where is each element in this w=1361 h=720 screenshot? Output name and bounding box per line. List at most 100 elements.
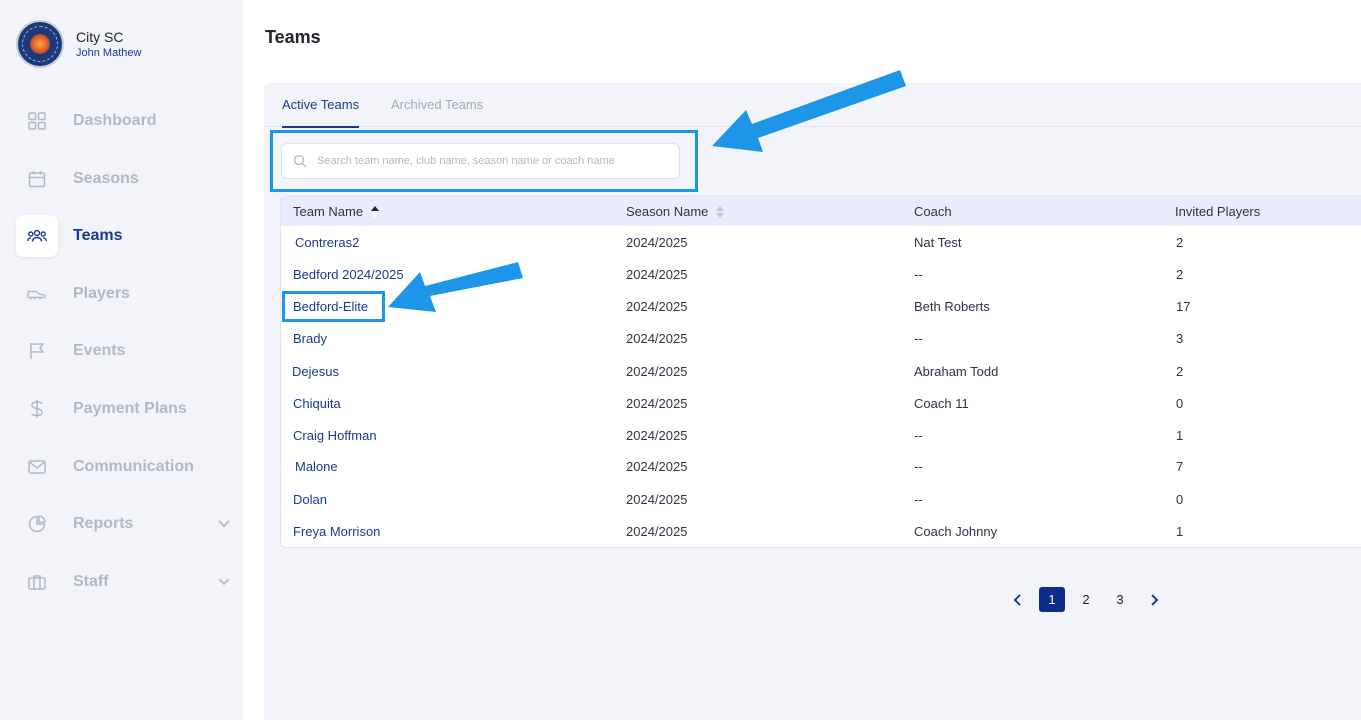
team-name-link[interactable]: Malone [295,459,338,474]
sidebar-item-label: Communication [73,457,194,475]
invited-players-cell: 0 [1176,492,1184,507]
coach-cell: Abraham Todd [914,364,999,379]
sidebar-item-events[interactable]: Events [16,330,231,372]
sidebar-item-teams[interactable]: Teams [16,215,231,258]
pie-chart-icon [16,503,58,545]
season-cell: 2024/2025 [626,396,688,411]
tab-bar: Active Teams Archived Teams [264,83,1361,128]
coach-cell: Nat Test [914,235,962,250]
table-row: Brady 2024/2025 -- 3 [281,323,1361,355]
season-cell: 2024/2025 [626,235,688,250]
sidebar: City SC John Mathew Dashboard Seasons Te… [0,0,243,720]
coach-cell: Coach 11 [914,396,969,411]
page-button-3[interactable]: 3 [1107,587,1133,612]
season-cell: 2024/2025 [626,299,688,314]
table-row: Dolan 2024/2025 -- 0 [281,484,1361,516]
coach-cell: -- [914,331,923,346]
invited-players-cell: 1 [1176,524,1184,539]
sidebar-nav: Dashboard Seasons Teams Players Events P… [16,100,231,618]
teams-table: Team Name Season Name Coach Invited Play… [280,195,1361,548]
sidebar-item-reports[interactable]: Reports [16,503,231,545]
team-name-link[interactable]: Craig Hoffman [293,428,377,443]
sidebar-item-label: Staff [73,572,109,590]
season-cell: 2024/2025 [626,459,688,474]
club-logo [16,20,64,68]
pagination: 1 2 3 [1005,587,1175,612]
chevron-right-icon[interactable] [1141,587,1167,612]
season-cell: 2024/2025 [626,492,688,507]
season-cell: 2024/2025 [626,364,688,379]
annotation-highlight-box [282,291,385,322]
column-header-coach: Coach [914,204,952,219]
table-row: Bedford 2024/2025 2024/2025 -- 2 [281,259,1361,291]
chevron-down-icon[interactable] [217,574,231,593]
sort-ascending-icon[interactable] [371,205,380,218]
team-name-link[interactable]: Dejesus [292,364,339,379]
table-row: Dejesus 2024/2025 Abraham Todd 2 [281,356,1361,388]
invited-players-cell: 0 [1176,396,1184,411]
team-icon [16,215,58,258]
page-button-2[interactable]: 2 [1073,587,1099,612]
season-cell: 2024/2025 [626,524,688,539]
sidebar-item-label: Reports [73,515,134,533]
cleat-icon [16,273,58,315]
sort-icon[interactable] [716,205,725,218]
column-header-team-name[interactable]: Team Name [293,204,380,219]
sidebar-item-communication[interactable]: Communication [16,446,231,488]
column-header-season-name[interactable]: Season Name [626,204,725,219]
coach-cell: -- [914,459,923,474]
briefcase-icon [16,561,58,603]
sidebar-item-seasons[interactable]: Seasons [16,158,231,200]
season-cell: 2024/2025 [626,331,688,346]
sidebar-item-label: Dashboard [73,112,157,129]
invited-players-cell: 7 [1176,459,1184,474]
invited-players-cell: 2 [1176,235,1184,250]
sidebar-item-label: Seasons [73,169,139,187]
page-button-1[interactable]: 1 [1039,587,1065,612]
dashboard-icon [16,100,58,142]
table-row: Bedford-Elite 2024/2025 Beth Roberts 17 [281,291,1361,323]
table-row: Contreras2 2024/2025 Nat Test 2 [281,227,1361,259]
page-title: Teams [265,27,321,47]
mail-icon [16,446,58,488]
sidebar-item-payment-plans[interactable]: Payment Plans [16,388,231,430]
tab-active-teams[interactable]: Active Teams [282,97,360,128]
team-name-link[interactable]: Bedford 2024/2025 [293,267,404,282]
sidebar-item-staff[interactable]: Staff [16,561,231,603]
table-row: Craig Hoffman 2024/2025 -- 1 [281,420,1361,452]
table-row: Freya Morrison 2024/2025 Coach Johnny 1 [281,516,1361,547]
org-header[interactable]: City SC John Mathew [16,20,141,68]
search-icon [293,154,307,168]
coach-cell: -- [914,492,923,507]
coach-cell: Coach Johnny [914,524,998,539]
season-cell: 2024/2025 [626,267,688,282]
team-name-link[interactable]: Dolan [293,492,327,507]
table-row: Chiquita 2024/2025 Coach 11 0 [281,388,1361,420]
sidebar-item-label: Players [73,284,130,302]
invited-players-cell: 2 [1176,364,1184,379]
column-header-invited-players: Invited Players [1175,204,1261,219]
team-name-link[interactable]: Contreras2 [295,235,359,250]
invited-players-cell: 1 [1176,428,1184,443]
search-input[interactable] [317,155,677,167]
table-row: Malone 2024/2025 -- 7 [281,451,1361,483]
team-name-link[interactable]: Freya Morrison [293,524,380,539]
sidebar-item-label: Teams [73,227,123,245]
search-box[interactable] [281,143,680,179]
calendar-icon [16,158,58,200]
sidebar-item-label: Events [73,342,126,360]
team-name-link[interactable]: Brady [293,331,327,346]
sidebar-item-players[interactable]: Players [16,273,231,315]
tab-archived-teams[interactable]: Archived Teams [391,97,483,126]
sidebar-item-label: Payment Plans [73,399,187,417]
dollar-icon [16,388,58,430]
chevron-left-icon[interactable] [1005,587,1031,612]
invited-players-cell: 17 [1176,299,1191,314]
org-name: City SC [76,28,124,45]
sidebar-item-dashboard[interactable]: Dashboard [16,100,231,142]
chevron-down-icon[interactable] [217,516,231,535]
team-name-link[interactable]: Chiquita [293,396,341,411]
invited-players-cell: 3 [1176,331,1184,346]
coach-cell: -- [914,428,923,443]
app-window: City SC John Mathew Dashboard Seasons Te… [0,0,1361,720]
